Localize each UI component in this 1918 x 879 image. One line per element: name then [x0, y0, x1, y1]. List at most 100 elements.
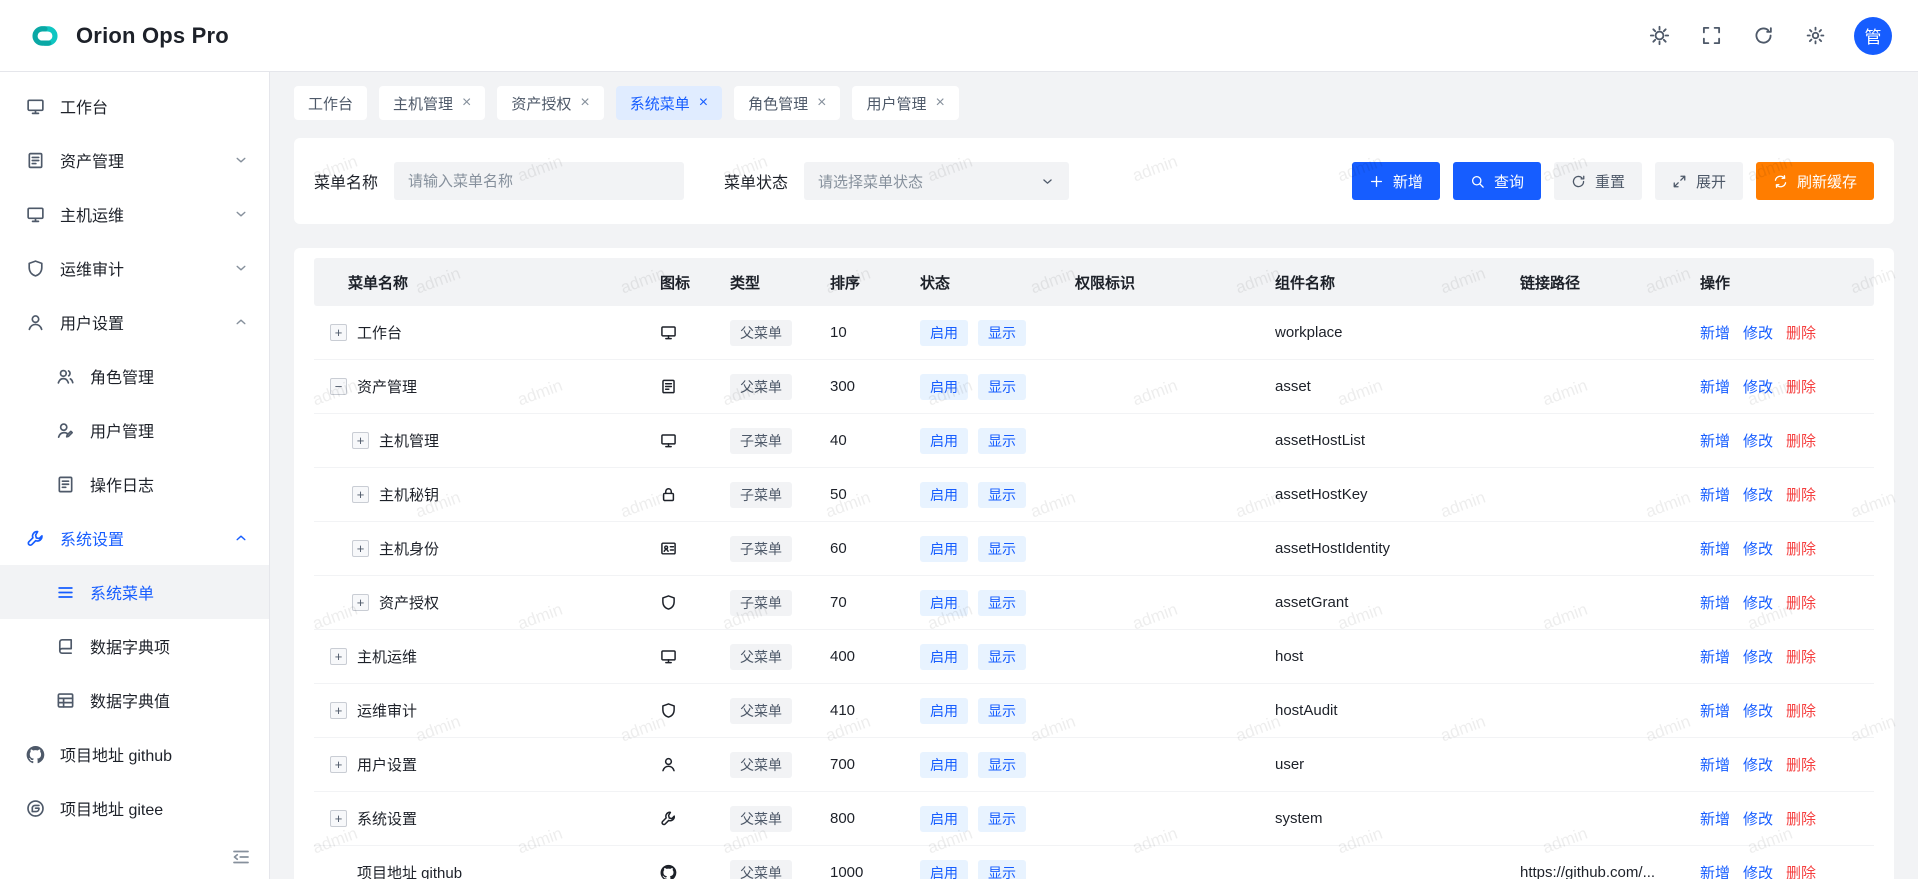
menu-status-select[interactable]: 请选择菜单状态	[804, 162, 1069, 200]
row-expander[interactable]: +	[330, 324, 347, 341]
row-expander[interactable]: +	[330, 810, 347, 827]
reset-button[interactable]: 重置	[1554, 162, 1642, 200]
user-avatar[interactable]: 管	[1854, 17, 1892, 55]
sidebar-subitem-label: 角色管理	[90, 364, 154, 388]
menu-name: 资产管理	[357, 376, 417, 397]
menu-name: 主机身份	[379, 538, 439, 559]
refresh-cache-button[interactable]: 刷新缓存	[1756, 162, 1874, 200]
row-action-edit[interactable]: 修改	[1743, 862, 1773, 879]
page-tab[interactable]: 系统菜单×	[616, 86, 722, 120]
row-action-edit[interactable]: 修改	[1743, 592, 1773, 613]
menu-name-input[interactable]	[394, 162, 684, 200]
row-action-edit[interactable]: 修改	[1743, 808, 1773, 829]
fullscreen-button[interactable]	[1690, 15, 1732, 57]
row-action-delete[interactable]: 删除	[1786, 538, 1816, 559]
row-action-delete[interactable]: 删除	[1786, 592, 1816, 613]
page-tab[interactable]: 工作台	[294, 86, 367, 120]
row-expander[interactable]: +	[330, 702, 347, 719]
page-tab[interactable]: 用户管理×	[852, 86, 958, 120]
row-action-add[interactable]: 新增	[1700, 430, 1730, 451]
menu-sort: 400	[814, 648, 904, 665]
sidebar-item-label: 系统设置	[60, 526, 124, 550]
menu-component: assetHostList	[1259, 432, 1504, 449]
settings-button[interactable]	[1794, 15, 1836, 57]
row-action-edit[interactable]: 修改	[1743, 322, 1773, 343]
row-action-add[interactable]: 新增	[1700, 754, 1730, 775]
row-expander[interactable]: −	[330, 378, 347, 395]
row-action-edit[interactable]: 修改	[1743, 700, 1773, 721]
sidebar-item[interactable]: 运维审计	[0, 241, 269, 295]
tab-close-icon[interactable]: ×	[935, 95, 944, 111]
sidebar-item[interactable]: 项目地址 github	[0, 727, 269, 781]
sidebar-item[interactable]: 项目地址 gitee	[0, 781, 269, 835]
row-action-edit[interactable]: 修改	[1743, 754, 1773, 775]
sidebar-subitem[interactable]: 用户管理	[0, 403, 269, 457]
reload-button[interactable]	[1742, 15, 1784, 57]
sidebar-item[interactable]: 主机运维	[0, 187, 269, 241]
menu-sort: 1000	[814, 864, 904, 879]
menu-name: 项目地址 github	[357, 862, 462, 879]
sidebar-subitem[interactable]: 角色管理	[0, 349, 269, 403]
sidebar-item[interactable]: 资产管理	[0, 133, 269, 187]
tab-close-icon[interactable]: ×	[699, 95, 708, 111]
row-action-edit[interactable]: 修改	[1743, 646, 1773, 667]
row-expander[interactable]: +	[352, 432, 369, 449]
row-action-edit[interactable]: 修改	[1743, 538, 1773, 559]
row-action-delete[interactable]: 删除	[1786, 430, 1816, 451]
shield-icon	[660, 594, 677, 611]
row-action-edit[interactable]: 修改	[1743, 484, 1773, 505]
row-expander[interactable]: +	[352, 540, 369, 557]
menu-type-tag: 子菜单	[730, 536, 792, 562]
sidebar-subitem[interactable]: 操作日志	[0, 457, 269, 511]
row-expander[interactable]: +	[330, 756, 347, 773]
row-action-add[interactable]: 新增	[1700, 538, 1730, 559]
sidebar-item[interactable]: 工作台	[0, 79, 269, 133]
row-action-add[interactable]: 新增	[1700, 700, 1730, 721]
menu-sort: 800	[814, 810, 904, 827]
row-action-add[interactable]: 新增	[1700, 862, 1730, 879]
row-action-add[interactable]: 新增	[1700, 376, 1730, 397]
sidebar-subitem[interactable]: 系统菜单	[0, 565, 269, 619]
row-action-add[interactable]: 新增	[1700, 322, 1730, 343]
row-action-delete[interactable]: 删除	[1786, 322, 1816, 343]
row-action-edit[interactable]: 修改	[1743, 376, 1773, 397]
theme-toggle-button[interactable]	[1638, 15, 1680, 57]
expand-button[interactable]: 展开	[1655, 162, 1743, 200]
row-action-delete[interactable]: 删除	[1786, 646, 1816, 667]
add-button-label: 新增	[1393, 171, 1423, 192]
row-action-add[interactable]: 新增	[1700, 808, 1730, 829]
page-tab[interactable]: 资产授权×	[497, 86, 603, 120]
search-button[interactable]: 查询	[1453, 162, 1541, 200]
tab-close-icon[interactable]: ×	[817, 95, 826, 111]
row-expander[interactable]: +	[352, 594, 369, 611]
row-expander[interactable]: +	[352, 486, 369, 503]
menu-sort: 700	[814, 756, 904, 773]
row-action-delete[interactable]: 删除	[1786, 754, 1816, 775]
sidebar-item[interactable]: 用户设置	[0, 295, 269, 349]
row-action-delete[interactable]: 删除	[1786, 862, 1816, 879]
sidebar-subitem[interactable]: 数据字典值	[0, 673, 269, 727]
tab-close-icon[interactable]: ×	[462, 95, 471, 111]
sidebar-collapse-button[interactable]	[231, 847, 251, 867]
add-button[interactable]: 新增	[1352, 162, 1440, 200]
row-action-add[interactable]: 新增	[1700, 646, 1730, 667]
sidebar-subitem[interactable]: 数据字典项	[0, 619, 269, 673]
row-action-delete[interactable]: 删除	[1786, 376, 1816, 397]
row-action-delete[interactable]: 删除	[1786, 808, 1816, 829]
page-tab[interactable]: 主机管理×	[379, 86, 485, 120]
row-action-add[interactable]: 新增	[1700, 484, 1730, 505]
menu-name: 资产授权	[379, 592, 439, 613]
person-icon	[660, 756, 677, 773]
row-expander[interactable]: +	[330, 648, 347, 665]
row-action-edit[interactable]: 修改	[1743, 430, 1773, 451]
sidebar-item-label: 用户设置	[60, 310, 124, 334]
page-tab[interactable]: 角色管理×	[734, 86, 840, 120]
row-action-add[interactable]: 新增	[1700, 592, 1730, 613]
row-action-delete[interactable]: 删除	[1786, 700, 1816, 721]
sidebar-item[interactable]: 系统设置	[0, 511, 269, 565]
status-badge: 显示	[978, 590, 1026, 616]
row-action-delete[interactable]: 删除	[1786, 484, 1816, 505]
person-icon	[26, 313, 45, 332]
menu-name: 系统设置	[357, 808, 417, 829]
tab-close-icon[interactable]: ×	[580, 95, 589, 111]
